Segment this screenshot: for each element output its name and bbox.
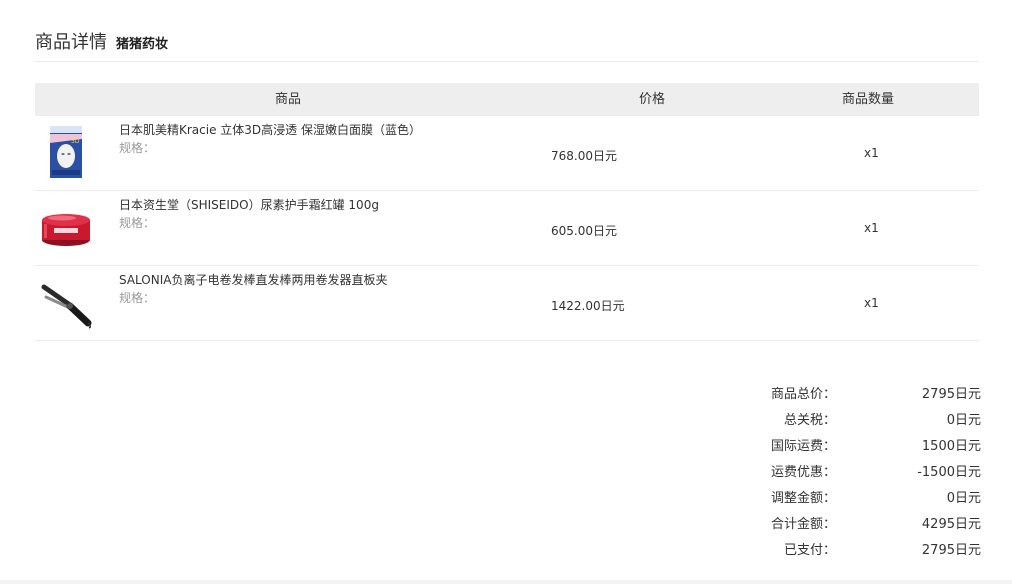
summary-value: 2795日元	[921, 543, 981, 558]
table-row: SALONIA负离子电卷发棒直发棒两用卷发器直板夹 规格： 1422.00日元 …	[35, 266, 979, 341]
product-name-link[interactable]: 日本肌美精Kracie 立体3D高浸透 保湿嫩白面膜（蓝色）	[119, 121, 421, 138]
table-row: 日本资生堂（SHISEIDO）尿素护手霜红罐 100g 规格： 605.00日元…	[35, 191, 979, 266]
product-spec-label: 规格：	[119, 216, 156, 230]
summary-row-goods-total: 商品总价： 2795日元	[700, 381, 981, 407]
table-header: 商品 价格 商品数量	[35, 83, 979, 116]
product-name-link[interactable]: SALONIA负离子电卷发棒直发棒两用卷发器直板夹	[119, 271, 387, 288]
summary-label: 总关税：	[783, 413, 836, 428]
summary-label: 已支付：	[783, 543, 836, 558]
product-price: 768.00日元	[551, 149, 617, 163]
summary-label: 调整金额：	[770, 491, 836, 506]
summary-label: 商品总价：	[770, 387, 836, 402]
summary-value: 4295日元	[921, 517, 981, 532]
column-header-quantity: 商品数量	[842, 92, 895, 107]
summary-label: 运费优惠：	[770, 465, 836, 480]
summary-value: -1500日元	[917, 465, 981, 480]
summary-row-paid: 已支付： 2795日元	[700, 537, 981, 563]
order-items-table: 商品 价格 商品数量 3D 日本肌美精Kracie 立体3D高浸透 保湿嫩白面膜…	[35, 83, 979, 341]
page-bottom-band	[0, 580, 1012, 584]
page-title: 商品详情	[35, 32, 107, 53]
summary-label: 合计金额：	[770, 517, 836, 532]
product-spec-label: 规格：	[119, 291, 156, 305]
summary-value: 1500日元	[921, 439, 981, 454]
summary-value: 0日元	[946, 491, 981, 506]
summary-row-adjustment: 调整金额： 0日元	[700, 485, 981, 511]
hand-cream-jar-product-image[interactable]	[40, 200, 92, 254]
shop-name[interactable]: 猪猪药妆	[116, 33, 168, 52]
summary-row-tax: 总关税： 0日元	[700, 407, 981, 433]
product-price: 1422.00日元	[551, 299, 625, 313]
summary-value: 0日元	[946, 413, 981, 428]
order-summary: 商品总价： 2795日元 总关税： 0日元 国际运费： 1500日元 运费优惠：…	[700, 381, 981, 563]
summary-value: 2795日元	[921, 387, 981, 402]
column-header-price: 价格	[639, 92, 666, 107]
summary-row-grand-total: 合计金额： 4295日元	[700, 511, 981, 537]
header-divider	[35, 61, 979, 62]
product-quantity: x1	[864, 221, 879, 235]
table-row: 3D 日本肌美精Kracie 立体3D高浸透 保湿嫩白面膜（蓝色） 规格： 76…	[35, 116, 979, 191]
face-mask-product-image[interactable]: 3D	[40, 125, 92, 179]
svg-text:3D: 3D	[71, 138, 80, 145]
summary-label: 国际运费：	[770, 439, 836, 454]
summary-row-shipping-discount: 运费优惠： -1500日元	[700, 459, 981, 485]
product-price: 605.00日元	[551, 224, 617, 238]
product-name-link[interactable]: 日本资生堂（SHISEIDO）尿素护手霜红罐 100g	[119, 196, 379, 213]
product-quantity: x1	[864, 146, 879, 160]
summary-row-shipping: 国际运费： 1500日元	[700, 433, 981, 459]
product-quantity: x1	[864, 296, 879, 310]
product-spec-label: 规格：	[119, 141, 156, 155]
order-detail-header: 商品详情 猪猪药妆	[35, 28, 168, 53]
curling-iron-product-image[interactable]	[40, 275, 92, 329]
column-header-product: 商品	[275, 92, 302, 107]
